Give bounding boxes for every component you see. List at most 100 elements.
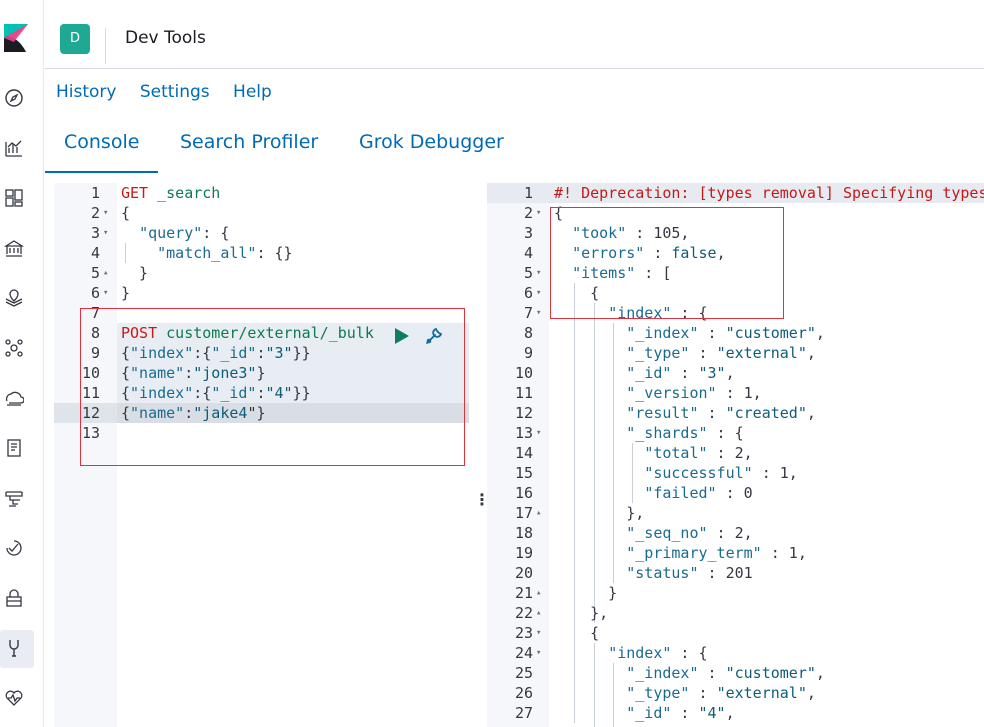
compass-icon[interactable] — [4, 88, 26, 110]
logs-icon[interactable] — [4, 438, 26, 460]
line-number: 26 — [514, 684, 533, 702]
code-token: }, — [554, 504, 645, 522]
fold-arrow-up-icon[interactable]: ▴ — [536, 603, 541, 623]
fold-arrow-up-icon[interactable]: ▴ — [536, 503, 541, 523]
devtools-icon[interactable] — [4, 638, 26, 660]
tab-search-profiler[interactable]: Search Profiler — [180, 131, 318, 173]
monitoring-icon[interactable] — [4, 688, 26, 710]
apm-icon[interactable] — [4, 488, 26, 510]
code-line: 4 "match_all": {} — [54, 243, 469, 263]
ml-icon[interactable] — [4, 338, 26, 360]
code-token: "_index" — [626, 664, 699, 682]
wrench-icon[interactable] — [424, 326, 444, 346]
line-number: 4 — [523, 244, 533, 262]
code-token: : 201 — [698, 564, 753, 582]
line-number: 17 — [514, 504, 533, 522]
fold-arrow-down-icon[interactable]: ▾ — [536, 203, 541, 223]
settings-link[interactable]: Settings — [140, 82, 210, 102]
play-icon[interactable] — [395, 328, 409, 344]
code-line: 20 "status" : 201 — [487, 563, 984, 583]
fold-arrow-down-icon[interactable]: ▾ — [536, 283, 541, 303]
code-token: "_type" — [626, 684, 690, 702]
code-line: 13 ▾ "_shards" : { — [487, 423, 984, 443]
fold-arrow-down-icon[interactable]: ▾ — [536, 623, 541, 643]
code-text: "index" : { — [554, 643, 707, 663]
code-line: 5 ▴ } — [54, 263, 469, 283]
history-link[interactable]: History — [56, 82, 116, 102]
code-token: "_shards" — [626, 424, 708, 442]
fold-arrow-down-icon[interactable]: ▾ — [536, 263, 541, 283]
code-text: "_index" : "customer", — [554, 323, 825, 343]
infrastructure-icon[interactable] — [4, 388, 26, 410]
code-line: 18 "_seq_no" : 2, — [487, 523, 984, 543]
code-text: "_primary_term" : 1, — [554, 543, 807, 563]
kibana-logo-icon[interactable] — [4, 24, 28, 52]
code-token: : — [698, 324, 726, 342]
line-number: 9 — [523, 344, 533, 362]
uptime-icon[interactable] — [4, 538, 26, 560]
code-line: 9 "_type" : "external", — [487, 343, 984, 363]
code-text: { — [554, 623, 599, 643]
code-token: , — [815, 664, 825, 682]
fold-arrow-up-icon[interactable]: ▴ — [536, 583, 541, 603]
line-number: 16 — [514, 484, 533, 502]
code-token: "3" — [698, 364, 726, 382]
line-number: 14 — [514, 444, 533, 462]
code-token: : 1, — [761, 544, 807, 562]
maps-icon[interactable] — [4, 288, 26, 310]
code-text: }, — [554, 503, 644, 523]
fold-arrow-down-icon[interactable]: ▾ — [103, 223, 108, 243]
code-token: "customer" — [725, 664, 816, 682]
fold-arrow-down-icon[interactable]: ▾ — [536, 423, 541, 443]
code-text: }, — [554, 603, 608, 623]
line-number: 27 — [514, 704, 533, 722]
line-number: 13 — [514, 424, 533, 442]
tab-console[interactable]: Console — [45, 131, 159, 173]
space-avatar[interactable]: D — [60, 24, 90, 54]
code-token: { — [121, 204, 131, 222]
code-text: "total" : 2, — [554, 443, 752, 463]
canvas-icon[interactable] — [3, 238, 26, 260]
code-token: "_seq_no" — [626, 524, 708, 542]
line-number: 23 — [514, 624, 533, 642]
line-number: 12 — [514, 404, 533, 422]
code-text: "status" : 201 — [554, 563, 753, 583]
code-token: } — [121, 264, 149, 282]
code-text: #! Deprecation: [types removal] Specifyi… — [554, 183, 984, 203]
code-text: GET _search — [121, 183, 220, 203]
line-number: 18 — [514, 524, 533, 542]
line-number: 6 — [523, 284, 533, 302]
code-token: , — [806, 404, 816, 422]
fold-arrow-down-icon[interactable]: ▾ — [103, 283, 108, 303]
help-link[interactable]: Help — [233, 82, 272, 102]
fold-arrow-down-icon[interactable]: ▾ — [103, 203, 108, 223]
code-token: "_primary_term" — [626, 544, 762, 562]
fold-arrow-up-icon[interactable]: ▴ — [103, 263, 108, 283]
dashboard-icon[interactable] — [4, 188, 26, 210]
code-line: 11 "_version" : 1, — [487, 383, 984, 403]
code-line: 26 "_type" : "external", — [487, 683, 984, 703]
security-icon[interactable] — [4, 588, 26, 610]
fold-arrow-down-icon[interactable]: ▾ — [536, 303, 541, 323]
tab-grok-debugger[interactable]: Grok Debugger — [359, 131, 504, 173]
code-text: "match_all": {} — [121, 243, 292, 263]
code-line: 17 ▴ }, — [487, 503, 984, 523]
line-number: 8 — [523, 324, 533, 342]
code-line: 15 "successful" : 1, — [487, 463, 984, 483]
code-token: "result" — [626, 404, 699, 422]
visualize-icon[interactable] — [4, 138, 26, 160]
fold-arrow-down-icon[interactable]: ▾ — [536, 643, 541, 663]
code-token: } — [121, 284, 131, 302]
